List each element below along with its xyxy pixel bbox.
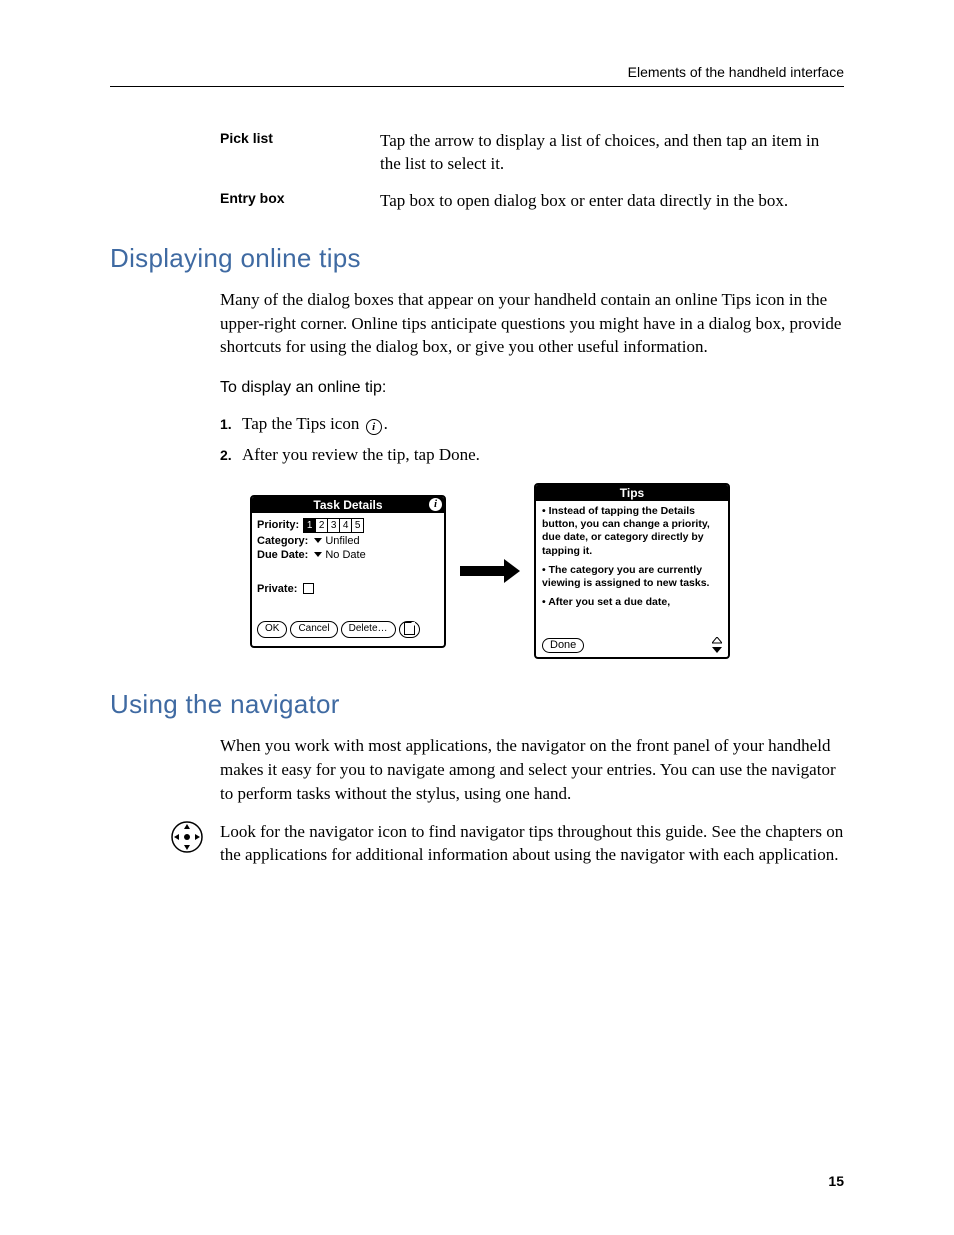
scroll-arrows-icon[interactable] bbox=[712, 637, 722, 653]
note-button[interactable] bbox=[399, 621, 420, 638]
arrow-right-icon bbox=[460, 559, 520, 583]
tip-text: • The category you are currently viewing… bbox=[542, 564, 722, 590]
definition-picklist: Pick list Tap the arrow to display a lis… bbox=[110, 130, 844, 176]
tip-text: • After you set a due date, bbox=[542, 596, 722, 609]
ok-button[interactable]: OK bbox=[257, 621, 287, 638]
private-label: Private: bbox=[257, 583, 297, 595]
section-a-intro: Many of the dialog boxes that appear on … bbox=[220, 288, 844, 359]
definition-desc: Tap box to open dialog box or enter data… bbox=[380, 190, 844, 213]
heading-using-navigator: Using the navigator bbox=[110, 689, 844, 720]
step-number: 1. bbox=[220, 414, 242, 435]
priority-option[interactable]: 5 bbox=[352, 519, 363, 532]
definition-desc: Tap the arrow to display a list of choic… bbox=[380, 130, 844, 176]
tips-info-icon: i bbox=[366, 419, 382, 435]
note-icon bbox=[404, 622, 415, 635]
priority-picker[interactable]: 1 2 3 4 5 bbox=[303, 518, 364, 533]
priority-label: Priority: bbox=[257, 519, 299, 531]
step-text: After you review the tip, tap Done. bbox=[242, 445, 480, 465]
done-button[interactable]: Done bbox=[542, 638, 584, 653]
tips-dialog: Tips • Instead of tapping the Details bu… bbox=[534, 483, 730, 659]
running-header: Elements of the handheld interface bbox=[110, 64, 844, 87]
navigator-icon bbox=[170, 820, 204, 859]
section-b-p1: When you work with most applications, th… bbox=[220, 734, 844, 805]
duedate-label: Due Date: bbox=[257, 549, 308, 561]
dropdown-arrow-icon[interactable] bbox=[314, 552, 322, 557]
step-1: 1. Tap the Tips icon i. bbox=[220, 414, 844, 435]
priority-option[interactable]: 4 bbox=[340, 519, 352, 532]
cancel-button[interactable]: Cancel bbox=[290, 621, 337, 638]
definition-term: Entry box bbox=[110, 190, 380, 213]
category-value[interactable]: Unfiled bbox=[325, 535, 359, 547]
priority-option[interactable]: 2 bbox=[316, 519, 328, 532]
tip-text: • Instead of tapping the Details button,… bbox=[542, 505, 722, 558]
category-label: Category: bbox=[257, 535, 308, 547]
task-details-dialog: Task Details i Priority: 1 2 3 4 5 bbox=[250, 495, 446, 648]
step-text-trail: . bbox=[384, 414, 388, 433]
priority-option[interactable]: 1 bbox=[304, 519, 316, 532]
step-number: 2. bbox=[220, 445, 242, 465]
private-checkbox[interactable] bbox=[303, 583, 314, 594]
tips-info-icon[interactable]: i bbox=[429, 498, 442, 511]
priority-option[interactable]: 3 bbox=[328, 519, 340, 532]
dialog-titlebar: Tips bbox=[536, 485, 728, 501]
step-text: Tap the Tips icon bbox=[242, 414, 364, 433]
definition-entrybox: Entry box Tap box to open dialog box or … bbox=[110, 190, 844, 213]
dropdown-arrow-icon[interactable] bbox=[314, 538, 322, 543]
dialog-title: Tips bbox=[620, 486, 644, 500]
section-b-p2: Look for the navigator icon to find navi… bbox=[220, 820, 844, 868]
delete-button[interactable]: Delete… bbox=[341, 621, 396, 638]
step-2: 2. After you review the tip, tap Done. bbox=[220, 445, 844, 465]
page-number: 15 bbox=[828, 1173, 844, 1189]
duedate-value[interactable]: No Date bbox=[325, 549, 365, 561]
figure-tips-flow: Task Details i Priority: 1 2 3 4 5 bbox=[250, 483, 844, 659]
dialog-titlebar: Task Details i bbox=[252, 497, 444, 513]
dialog-title: Task Details bbox=[313, 498, 382, 512]
definition-term: Pick list bbox=[110, 130, 380, 176]
heading-displaying-tips: Displaying online tips bbox=[110, 243, 844, 274]
task-heading: To display an online tip: bbox=[220, 379, 844, 397]
